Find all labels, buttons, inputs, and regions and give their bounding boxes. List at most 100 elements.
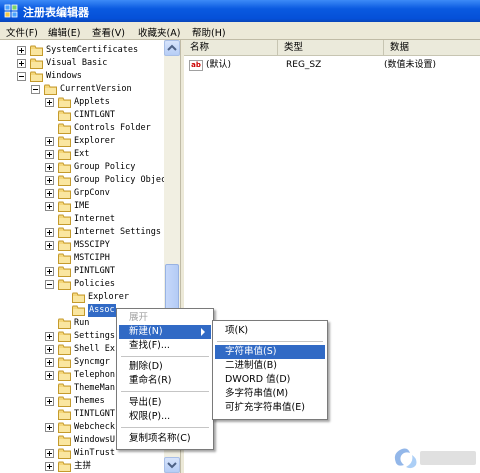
collapse-icon[interactable] — [31, 85, 40, 94]
expand-icon[interactable] — [45, 150, 54, 159]
tree-item[interactable]: Visual Basic — [0, 57, 164, 70]
folder-icon — [58, 227, 71, 238]
expand-icon[interactable] — [45, 423, 54, 432]
expand-icon[interactable] — [45, 137, 54, 146]
menu-help[interactable]: 帮助(H) — [192, 25, 226, 39]
expand-icon[interactable] — [45, 358, 54, 367]
menu-separator — [217, 341, 323, 342]
collapse-icon[interactable] — [17, 72, 26, 81]
expand-icon[interactable] — [45, 241, 54, 250]
folder-icon — [58, 149, 71, 160]
submenu-item-expandable-string-value[interactable]: 可扩充字符串值(E) — [215, 401, 325, 415]
submenu-item-multi-string-value[interactable]: 多字符串值(M) — [215, 387, 325, 401]
scroll-up-button[interactable] — [164, 40, 180, 56]
expand-icon[interactable] — [45, 189, 54, 198]
menu-edit[interactable]: 编辑(E) — [48, 25, 80, 39]
menu-item-delete[interactable]: 删除(D) — [119, 360, 211, 374]
tree-item-label: WinTrust — [74, 448, 115, 458]
chevron-down-icon — [167, 462, 177, 469]
expand-icon[interactable] — [45, 345, 54, 354]
tree-item[interactable]: CurrentVersion — [0, 83, 164, 96]
tree-item-label: Policies — [74, 279, 115, 289]
list-row-default[interactable]: ab (默认) REG_SZ (数值未设置) — [184, 58, 480, 72]
value-type: REG_SZ — [286, 60, 322, 70]
tree-item[interactable]: MSTCIPH — [0, 252, 164, 265]
folder-icon — [58, 318, 71, 329]
tree-item[interactable]: Ext — [0, 148, 164, 161]
tree-item[interactable]: Explorer — [0, 135, 164, 148]
tree-item[interactable]: Policies — [0, 278, 164, 291]
expand-icon[interactable] — [17, 46, 26, 55]
tree-item[interactable]: GrpConv — [0, 187, 164, 200]
tree-item[interactable]: Internet Settings — [0, 226, 164, 239]
submenu-item-string-value[interactable]: 字符串值(S) — [215, 345, 325, 359]
scroll-down-button[interactable] — [164, 457, 180, 473]
folder-icon — [30, 71, 43, 82]
tree-item[interactable]: Windows — [0, 70, 164, 83]
submenu-item-dword-value[interactable]: DWORD 值(D) — [215, 373, 325, 387]
menu-file[interactable]: 文件(F) — [6, 25, 38, 39]
menu-view[interactable]: 查看(V) — [92, 25, 125, 39]
folder-icon — [58, 188, 71, 199]
collapse-icon[interactable] — [45, 280, 54, 289]
tree-item-label: Group Policy — [74, 162, 136, 172]
submenu-item-key[interactable]: 项(K) — [215, 324, 325, 338]
column-header-type[interactable]: 类型 — [278, 40, 384, 56]
menu-favorites[interactable]: 收藏夹(A) — [138, 25, 180, 39]
expand-icon[interactable] — [45, 449, 54, 458]
folder-icon — [58, 201, 71, 212]
column-header-name[interactable]: 名称 — [184, 40, 278, 56]
column-header-data[interactable]: 数据 — [384, 40, 480, 56]
value-data: (数值未设置) — [384, 60, 437, 70]
tree-item[interactable]: Group Policy — [0, 161, 164, 174]
expand-icon[interactable] — [45, 202, 54, 211]
menu-item-permissions[interactable]: 权限(P)... — [119, 410, 211, 424]
menu-item-export[interactable]: 导出(E) — [119, 396, 211, 410]
tree-item[interactable]: CINTLGNT — [0, 109, 164, 122]
folder-icon — [58, 253, 71, 264]
menu-item-rename[interactable]: 重命名(R) — [119, 374, 211, 388]
tree-item[interactable]: PINTLGNT — [0, 265, 164, 278]
expand-icon[interactable] — [45, 228, 54, 237]
folder-icon — [58, 344, 71, 355]
tree-item[interactable]: 主拼 — [0, 460, 164, 473]
title-bar[interactable]: 注册表编辑器 — [0, 0, 480, 22]
folder-icon — [58, 110, 71, 121]
tree-item-label: 主拼 — [74, 461, 92, 471]
tree-item-label: Run — [74, 318, 90, 328]
tree-item[interactable]: MSSCIPY — [0, 239, 164, 252]
tree-item-label: WindowsU — [74, 435, 115, 445]
menu-item-expand[interactable]: 展开 — [119, 311, 211, 325]
tree-item[interactable]: Controls Folder — [0, 122, 164, 135]
tree-item[interactable]: Group Policy Objec — [0, 174, 164, 187]
folder-icon — [58, 370, 71, 381]
menu-item-find[interactable]: 查找(F)... — [119, 339, 211, 353]
tree-item[interactable]: Explorer — [0, 291, 164, 304]
tree-item-label: Assoc — [88, 304, 116, 317]
folder-icon — [58, 123, 71, 134]
tree-item[interactable]: IME — [0, 200, 164, 213]
tree-item[interactable]: Internet — [0, 213, 164, 226]
expand-icon[interactable] — [45, 98, 54, 107]
tree-item[interactable]: Applets — [0, 96, 164, 109]
tree-item[interactable]: SystemCertificates — [0, 44, 164, 57]
tree-item-label: MSTCIPH — [74, 253, 110, 263]
expand-icon[interactable] — [45, 332, 54, 341]
registry-app-icon — [4, 4, 18, 18]
menu-item-copy-key-name[interactable]: 复制项名称(C) — [119, 432, 211, 446]
tree-item-label: Ext — [74, 149, 90, 159]
folder-icon — [30, 45, 43, 56]
expand-icon[interactable] — [45, 267, 54, 276]
tree-item-label: CINTLGNT — [74, 110, 115, 120]
expand-icon[interactable] — [45, 163, 54, 172]
tree-item-label: Controls Folder — [74, 123, 151, 133]
expand-icon[interactable] — [45, 176, 54, 185]
menu-item-new[interactable]: 新建(N) — [119, 325, 211, 339]
expand-icon[interactable] — [45, 462, 54, 471]
expand-icon[interactable] — [45, 397, 54, 406]
new-submenu: 项(K) 字符串值(S) 二进制值(B) DWORD 值(D) 多字符串值(M)… — [212, 320, 328, 420]
expand-icon[interactable] — [17, 59, 26, 68]
expand-icon[interactable] — [45, 371, 54, 380]
folder-icon — [58, 136, 71, 147]
submenu-item-binary-value[interactable]: 二进制值(B) — [215, 359, 325, 373]
